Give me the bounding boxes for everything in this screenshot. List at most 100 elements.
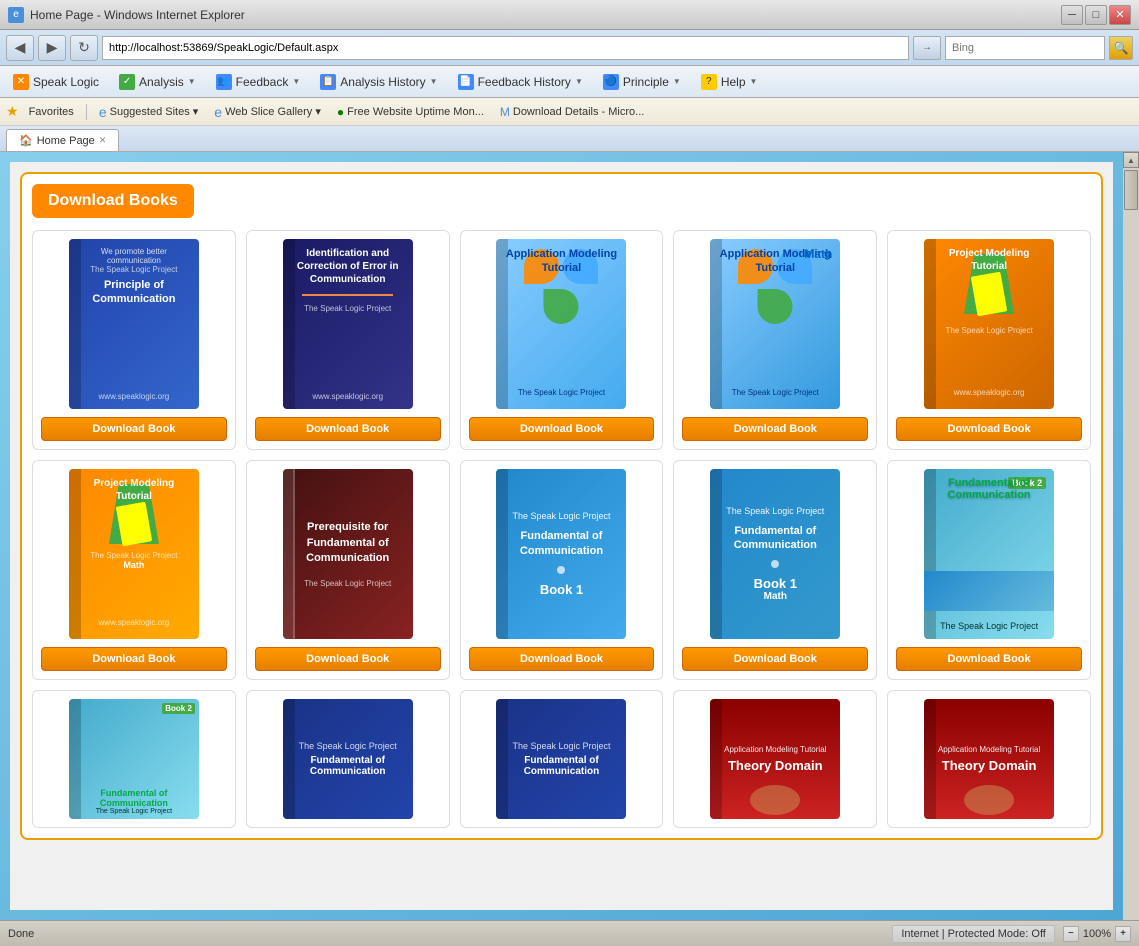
toolbar-label-feedback-history: Feedback History — [478, 75, 571, 89]
search-icon[interactable]: 🔍 — [1109, 36, 1133, 60]
principle-icon: 🔵 — [603, 74, 619, 90]
book-text-12: The Speak Logic Project Fundamental of C… — [283, 699, 413, 819]
download-btn-10[interactable]: Download Book — [896, 647, 1082, 671]
book-cover-5: Project Modeling Tutorial The Speak Logi… — [924, 239, 1054, 409]
fav-item-suggested[interactable]: e Suggested Sites ▾ — [93, 102, 204, 122]
section-header: Download Books — [32, 184, 194, 218]
fav-item-favorites[interactable]: Favorites — [23, 104, 80, 120]
toolbar-label-help: Help — [721, 75, 746, 89]
book-item-4: Math Application Modeling Tutorial The S… — [673, 230, 877, 450]
toolbar-btn-analysis[interactable]: ✓ Analysis ▼ — [110, 69, 205, 95]
zoom-level: 100% — [1083, 928, 1111, 940]
search-input[interactable] — [945, 36, 1105, 60]
feedback-icon: 👥 — [216, 74, 232, 90]
download-btn-9[interactable]: Download Book — [682, 647, 868, 671]
book-text-15: Application Modeling Tutorial Theory Dom… — [924, 699, 1054, 819]
go-button[interactable]: → — [913, 36, 941, 60]
book-item-2: Identification and Correction of Error i… — [246, 230, 450, 450]
book-text-5: Project Modeling Tutorial The Speak Logi… — [924, 239, 1054, 409]
zoom-decrease-button[interactable]: − — [1063, 926, 1079, 942]
book-cover-8: The Speak Logic Project Fundamental of C… — [496, 469, 626, 639]
book-cover-10: Book 2 Fundamental of Communication The … — [924, 469, 1054, 639]
status-zone: Internet | Protected Mode: Off — [892, 925, 1055, 943]
fav-item-uptime[interactable]: ● Free Website Uptime Mon... — [331, 103, 490, 121]
zoom-increase-button[interactable]: + — [1115, 926, 1131, 942]
download-btn-6[interactable]: Download Book — [41, 647, 227, 671]
help-dropdown-arrow: ▼ — [750, 77, 758, 86]
status-text: Done — [8, 928, 34, 940]
back-button[interactable]: ◀ — [6, 35, 34, 61]
browser-area: Download Books We promote better communi… — [0, 152, 1139, 920]
book-text-2: Identification and Correction of Error i… — [283, 239, 413, 409]
favorites-bar: ★ Favorites e Suggested Sites ▾ e Web Sl… — [0, 98, 1139, 126]
window-controls: ─ □ ✕ — [1061, 5, 1131, 25]
feedback-history-dropdown-arrow: ▼ — [575, 77, 583, 86]
address-input[interactable] — [102, 36, 909, 60]
book-cover-3: Application Modeling Tutorial The Speak … — [496, 239, 626, 409]
refresh-button[interactable]: ↻ — [70, 35, 98, 61]
toolbar-btn-help[interactable]: ? Help ▼ — [692, 69, 767, 95]
download-btn-3[interactable]: Download Book — [469, 417, 655, 441]
book-cover-12: The Speak Logic Project Fundamental of C… — [283, 699, 413, 819]
toolbar-label-analysis-history: Analysis History — [340, 75, 425, 89]
toolbar-label-speak-logic: Speak Logic — [33, 75, 99, 89]
book-text-10: Fundamental of Communication The Speak L… — [924, 469, 1054, 639]
scroll-up-button[interactable]: ▲ — [1123, 152, 1139, 168]
book-item-12: The Speak Logic Project Fundamental of C… — [246, 690, 450, 828]
close-button[interactable]: ✕ — [1109, 5, 1131, 25]
book-cover-15: Application Modeling Tutorial Theory Dom… — [924, 699, 1054, 819]
feedback-dropdown-arrow: ▼ — [292, 77, 300, 86]
book-text-11: Fundamental of Communication The Speak L… — [69, 699, 199, 819]
toolbar-label-analysis: Analysis — [139, 75, 184, 89]
toolbar-btn-principle[interactable]: 🔵 Principle ▼ — [594, 69, 690, 95]
speak-logic-icon: ✕ — [13, 74, 29, 90]
book-text-4: Math Application Modeling Tutorial The S… — [710, 239, 840, 409]
maximize-button[interactable]: □ — [1085, 5, 1107, 25]
toolbar-btn-analysis-history[interactable]: 📋 Analysis History ▼ — [311, 69, 446, 95]
toolbar-label-feedback: Feedback — [236, 75, 289, 89]
book-item-5: Project Modeling Tutorial The Speak Logi… — [887, 230, 1091, 450]
title-bar-left: e Home Page - Windows Internet Explorer — [8, 7, 245, 23]
download-books-container: Download Books We promote better communi… — [20, 172, 1103, 840]
book-cover-2: Identification and Correction of Error i… — [283, 239, 413, 409]
forward-button[interactable]: ▶ — [38, 35, 66, 61]
download-btn-1[interactable]: Download Book — [41, 417, 227, 441]
help-icon: ? — [701, 74, 717, 90]
analysis-history-dropdown-arrow: ▼ — [430, 77, 438, 86]
tab-close-icon[interactable]: ✕ — [99, 135, 107, 146]
analysis-dropdown-arrow: ▼ — [188, 77, 196, 86]
toolbar-btn-feedback-history[interactable]: 📄 Feedback History ▼ — [449, 69, 592, 95]
download-btn-8[interactable]: Download Book — [469, 647, 655, 671]
download-btn-5[interactable]: Download Book — [896, 417, 1082, 441]
book-cover-6: Project Modeling Tutorial The Speak Logi… — [69, 469, 199, 639]
download-btn-4[interactable]: Download Book — [682, 417, 868, 441]
book-item-7: Prerequisite for Fundamental of Communic… — [246, 460, 450, 680]
book-item-8: The Speak Logic Project Fundamental of C… — [460, 460, 664, 680]
book-item-1: We promote better communication The Spea… — [32, 230, 236, 450]
fav-item-webslice[interactable]: e Web Slice Gallery ▾ — [208, 102, 327, 122]
address-bar: ◀ ▶ ↻ → 🔍 — [0, 30, 1139, 66]
tab-home[interactable]: 🏠 Home Page ✕ — [6, 129, 119, 151]
book-cover-1: We promote better communication The Spea… — [69, 239, 199, 409]
tab-home-icon: 🏠 — [19, 134, 33, 147]
scrollbar-thumb[interactable] — [1124, 170, 1138, 210]
ie-icon: e — [8, 7, 24, 23]
book-item-13: The Speak Logic Project Fundamental of C… — [460, 690, 664, 828]
analysis-history-icon: 📋 — [320, 74, 336, 90]
book-text-14: Application Modeling Tutorial Theory Dom… — [710, 699, 840, 819]
title-bar: e Home Page - Windows Internet Explorer … — [0, 0, 1139, 30]
book-item-14: Application Modeling Tutorial Theory Dom… — [673, 690, 877, 828]
download-btn-7[interactable]: Download Book — [255, 647, 441, 671]
toolbar: ✕ Speak Logic ✓ Analysis ▼ 👥 Feedback ▼ … — [0, 66, 1139, 98]
book-text-3: Application Modeling Tutorial The Speak … — [496, 239, 626, 409]
toolbar-btn-speak-logic[interactable]: ✕ Speak Logic — [4, 69, 108, 95]
tab-bar: 🏠 Home Page ✕ — [0, 126, 1139, 152]
book-cover-13: The Speak Logic Project Fundamental of C… — [496, 699, 626, 819]
minimize-button[interactable]: ─ — [1061, 5, 1083, 25]
analysis-icon: ✓ — [119, 74, 135, 90]
download-btn-2[interactable]: Download Book — [255, 417, 441, 441]
toolbar-btn-feedback[interactable]: 👥 Feedback ▼ — [207, 69, 310, 95]
fav-separator-1 — [86, 104, 87, 120]
fav-item-download[interactable]: M Download Details - Micro... — [494, 103, 650, 121]
book-item-6: Project Modeling Tutorial The Speak Logi… — [32, 460, 236, 680]
